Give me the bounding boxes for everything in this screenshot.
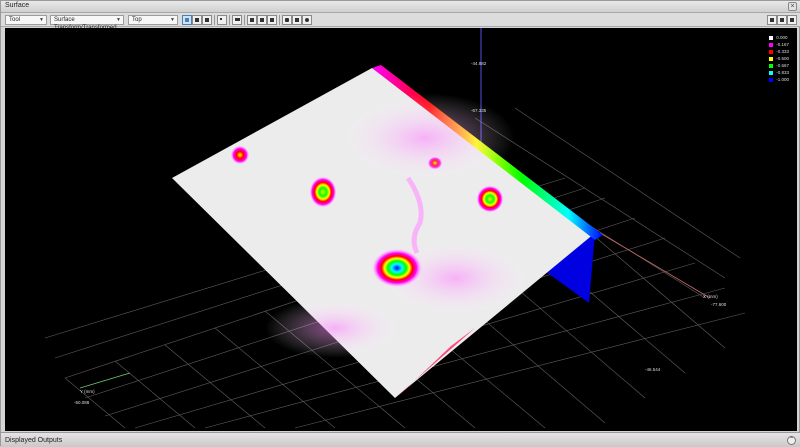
chevron-down-icon: ▼ bbox=[116, 17, 121, 23]
x-axis-value: -77.600 bbox=[711, 302, 727, 307]
surface-3d-render: -44.882 -67.335 X (mm) -77.600 Y (mm) -5… bbox=[44, 28, 746, 429]
deviation-spot bbox=[476, 185, 504, 213]
legend-entry: -0.833 bbox=[769, 69, 789, 76]
tool-dropdown-value: Tool bbox=[9, 17, 21, 23]
toolbar-separator bbox=[214, 15, 215, 25]
z-axis-top-value: -44.882 bbox=[471, 61, 487, 66]
toolbar: Tool ▼ Surface Transform/Transformed ▼ T… bbox=[1, 13, 800, 31]
displayed-outputs-panel: Displayed Outputs ⌃ bbox=[1, 432, 800, 447]
window-icon[interactable] bbox=[232, 15, 242, 25]
window-title: Surface bbox=[5, 2, 30, 9]
grid-icon[interactable] bbox=[257, 15, 267, 25]
legend-entry: -0.333 bbox=[769, 48, 789, 55]
surface-window: Surface × Tool ▼ Surface Transform/Trans… bbox=[0, 0, 800, 447]
surface-haze bbox=[265, 298, 405, 358]
legend-entry: 0.000 bbox=[769, 34, 789, 41]
expand-icon[interactable]: ⌃ bbox=[787, 436, 796, 445]
legend-swatch bbox=[769, 77, 774, 82]
view-options-icon[interactable] bbox=[767, 15, 777, 25]
x-bottom-value: -46.544 bbox=[645, 367, 661, 372]
tile-icon[interactable] bbox=[217, 15, 227, 25]
surface-haze bbox=[335, 93, 515, 183]
output-dropdown[interactable]: Surface Transform/Transformed ▼ bbox=[50, 15, 124, 31]
display-mode-icon[interactable] bbox=[182, 15, 192, 25]
x-axis-label: X (mm) bbox=[703, 294, 718, 299]
displayed-outputs-title: Displayed Outputs bbox=[5, 437, 63, 444]
grid-icon[interactable] bbox=[247, 15, 257, 25]
window-titlebar: Surface × bbox=[1, 1, 800, 13]
view-dropdown-value: Top bbox=[132, 17, 142, 23]
toolbar-separator bbox=[229, 15, 230, 25]
toolbar-separator bbox=[244, 15, 245, 25]
y-axis-value: -50.088 bbox=[74, 400, 90, 405]
legend-entry: -0.667 bbox=[769, 62, 789, 69]
legend-entry: -0.167 bbox=[769, 41, 789, 48]
close-icon[interactable]: × bbox=[788, 2, 797, 11]
legend-swatch bbox=[769, 70, 774, 75]
deviation-spot-small bbox=[230, 145, 250, 165]
legend-swatch bbox=[769, 63, 774, 68]
deviation-spot bbox=[309, 176, 337, 208]
tool-dropdown[interactable]: Tool ▼ bbox=[5, 15, 47, 25]
chevron-down-icon: ▼ bbox=[39, 17, 44, 23]
view-dropdown[interactable]: Top ▼ bbox=[128, 15, 178, 25]
legend-swatch bbox=[769, 35, 774, 40]
legend-swatch bbox=[769, 56, 774, 61]
toolbar-separator bbox=[279, 15, 280, 25]
grid-icon[interactable] bbox=[292, 15, 302, 25]
display-mode-icon[interactable] bbox=[202, 15, 212, 25]
legend-entry: -1.000 bbox=[769, 76, 789, 83]
color-legend: 0.000 -0.167 -0.333 -0.500 -0.667 -0.833… bbox=[769, 34, 789, 83]
chevron-down-icon: ▼ bbox=[170, 17, 175, 23]
window-icon[interactable] bbox=[777, 15, 787, 25]
deviation-spot-large bbox=[371, 248, 423, 288]
z-axis-mid-value: -67.335 bbox=[471, 108, 487, 113]
window-icon[interactable] bbox=[787, 15, 797, 25]
zoom-icon[interactable] bbox=[302, 15, 312, 25]
display-mode-icon[interactable] bbox=[192, 15, 202, 25]
legend-swatch bbox=[769, 49, 774, 54]
deviation-spot-small bbox=[427, 156, 443, 170]
y-axis-label: Y (mm) bbox=[80, 389, 95, 394]
3d-viewport[interactable]: -44.882 -67.335 X (mm) -77.600 Y (mm) -5… bbox=[5, 28, 797, 431]
legend-swatch bbox=[769, 42, 774, 47]
legend-entry: -0.500 bbox=[769, 55, 789, 62]
grid-icon[interactable] bbox=[267, 15, 277, 25]
hand-icon[interactable] bbox=[282, 15, 292, 25]
